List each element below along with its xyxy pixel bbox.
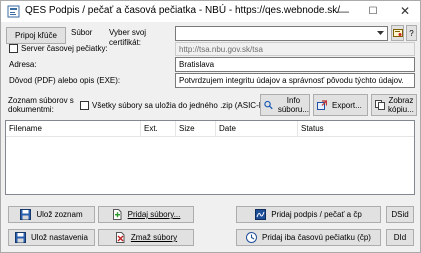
tsa-checkbox[interactable] (9, 44, 18, 53)
signature-icon (255, 209, 267, 220)
app-icon (7, 5, 20, 18)
file-list-label-line1: Zoznam súborov s (8, 96, 74, 105)
add-timestamp-button[interactable]: Pridaj iba časovú pečiatku (čp) (236, 229, 381, 246)
chevron-down-icon (377, 31, 384, 35)
window-title: QES Podpis / pečať a časová pečiatka - N… (25, 5, 341, 16)
subor-label: Súbor (71, 28, 93, 37)
help-label: ? (409, 28, 414, 38)
connect-keys-label: Pripoj kľúče (15, 31, 57, 40)
address-field[interactable]: Bratislava (175, 57, 415, 72)
did-label: DId (393, 233, 407, 242)
column-filename[interactable]: Filename (6, 121, 141, 136)
file-info-button[interactable]: Info súboru... (260, 94, 310, 116)
file-list-header: Filename Ext. Size Date Status (6, 121, 414, 137)
add-files-label: Pridaj súbory... (127, 210, 181, 219)
column-size[interactable]: Size (176, 121, 216, 136)
dsid-button[interactable]: DSid (386, 206, 414, 223)
export-label: Export... (332, 100, 362, 110)
magnifier-icon (264, 100, 273, 110)
save-list-button[interactable]: Ulož zoznam (8, 206, 95, 223)
export-icon (317, 100, 327, 110)
add-signature-label: Pridaj podpis / pečať a čp (271, 210, 362, 219)
copy-icon (375, 100, 385, 110)
did-button[interactable]: DId (386, 229, 414, 246)
file-list-label-line2: dokumentmi: (8, 105, 54, 114)
maximize-button[interactable]: ☐ (358, 1, 388, 22)
add-files-button[interactable]: Pridaj súbory... (98, 206, 194, 223)
address-label: Adresa: (9, 60, 37, 69)
reason-label: Dôvod (PDF) alebo opis (EXE): (9, 76, 121, 85)
certificate-icon (392, 29, 403, 37)
file-info-label-line2: súboru... (277, 105, 309, 114)
help-button[interactable]: ? (406, 25, 417, 41)
add-signature-button[interactable]: Pridaj podpis / pečať a čp (236, 206, 381, 223)
delete-files-label: Zmaž súbory (130, 233, 178, 242)
certificate-select[interactable] (175, 26, 388, 41)
zip-checkbox[interactable] (80, 101, 89, 110)
show-copy-button[interactable]: Zobraz kópiu... (371, 94, 417, 116)
add-file-icon (112, 209, 122, 220)
column-status[interactable]: Status (298, 121, 414, 136)
tsa-url-value: http://tsa.nbu.gov.sk/tsa (179, 44, 263, 54)
save-icon (15, 232, 27, 243)
add-timestamp-label: Pridaj iba časovú pečiatku (čp) (262, 233, 371, 242)
file-info-label-line1: Info (286, 96, 301, 105)
column-ext[interactable]: Ext. (141, 121, 176, 136)
save-icon (20, 209, 32, 220)
zip-checkbox-label: Všetky súbory sa uložia do jedného .zip … (92, 101, 267, 110)
connect-keys-button[interactable]: Pripoj kľúče (6, 27, 66, 44)
title-bar: QES Podpis / pečať a časová pečiatka - N… (1, 1, 420, 22)
reason-field[interactable]: Potvrdzujem integritu údajov a správnosť… (175, 73, 415, 88)
show-copy-label-line2: kópiu... (388, 105, 414, 114)
certificate-label: Vyber svoj certifikát: (109, 28, 147, 47)
certificate-details-button[interactable] (391, 25, 404, 41)
save-settings-button[interactable]: Ulož nastavenia (8, 229, 95, 246)
save-settings-label: Ulož nastavenia (31, 233, 88, 242)
show-copy-label-line1: Zobraz (388, 96, 414, 105)
file-list[interactable]: Filename Ext. Size Date Status (5, 120, 415, 195)
dsid-label: DSid (391, 210, 409, 219)
close-button[interactable]: ✕ (390, 1, 420, 22)
tsa-checkbox-label: Server časovej pečiatky: (21, 44, 108, 53)
tsa-url-field[interactable]: http://tsa.nbu.gov.sk/tsa (175, 42, 415, 56)
delete-file-icon (115, 232, 125, 243)
export-button[interactable]: Export... (313, 94, 368, 116)
delete-files-button[interactable]: Zmaž súbory (98, 229, 194, 246)
minimize-button[interactable]: — (328, 1, 358, 22)
reason-value: Potvrdzujem integritu údajov a správnosť… (179, 76, 404, 85)
address-value: Bratislava (179, 60, 215, 69)
column-date[interactable]: Date (216, 121, 298, 136)
app-window: QES Podpis / pečať a časová pečiatka - N… (0, 0, 421, 253)
save-list-label: Ulož zoznam (36, 210, 83, 219)
clock-icon (246, 232, 258, 243)
